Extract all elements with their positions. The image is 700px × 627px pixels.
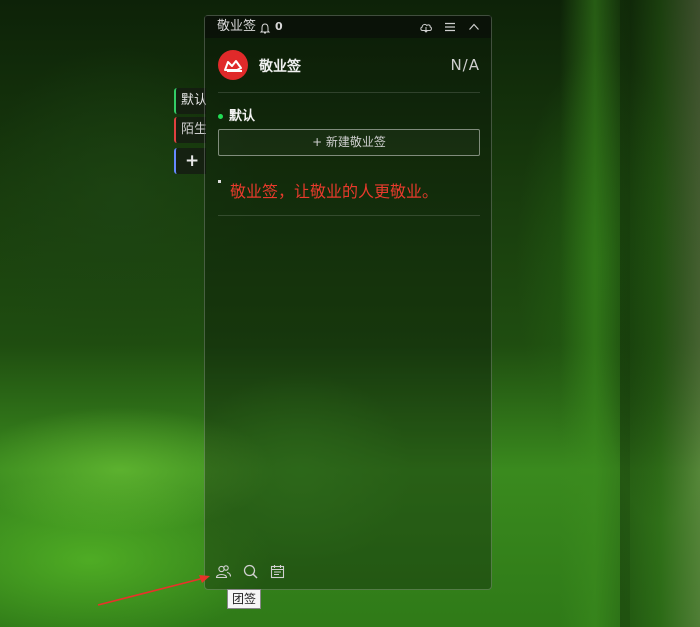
note-text: 敬业签，让敬业的人更敬业。 <box>230 182 439 201</box>
notification-count: 0 <box>275 20 283 33</box>
category-dot-icon <box>218 114 223 119</box>
bottom-toolbar <box>215 563 286 580</box>
search-icon[interactable] <box>242 563 259 580</box>
title-bar[interactable]: 敬业签 0 <box>205 16 491 38</box>
window-title: 敬业签 <box>217 19 257 34</box>
background-tree-bark-edge <box>620 0 700 627</box>
app-header: 敬业签 N/A <box>218 50 480 80</box>
side-tab-stranger[interactable]: 陌生 <box>174 117 206 143</box>
new-note-button[interactable]: + 新建敬业签 <box>218 129 480 156</box>
divider <box>218 215 480 216</box>
collapse-icon[interactable] <box>467 20 481 34</box>
app-logo-icon <box>218 50 248 80</box>
team-note-icon[interactable] <box>215 563 232 580</box>
menu-icon[interactable] <box>443 20 457 34</box>
notes-panel: 敬业签 0 敬业签 N/A 默认 + 新建敬业签 敬业签，让敬业的人更敬业。 <box>204 15 492 590</box>
account-status[interactable]: N/A <box>450 56 480 74</box>
divider <box>218 92 480 93</box>
calendar-icon[interactable] <box>269 563 286 580</box>
cloud-sync-icon[interactable] <box>419 20 433 34</box>
side-tab-add[interactable]: + <box>174 148 206 174</box>
tooltip: 团签 <box>227 589 262 609</box>
side-tab-default[interactable]: 默认 <box>174 88 206 114</box>
category-name: 默认 <box>229 109 256 124</box>
bell-icon[interactable] <box>259 21 271 43</box>
app-name: 敬业签 <box>259 59 301 75</box>
category-title: 默认 <box>218 105 255 124</box>
note-bullet-icon <box>218 180 221 183</box>
